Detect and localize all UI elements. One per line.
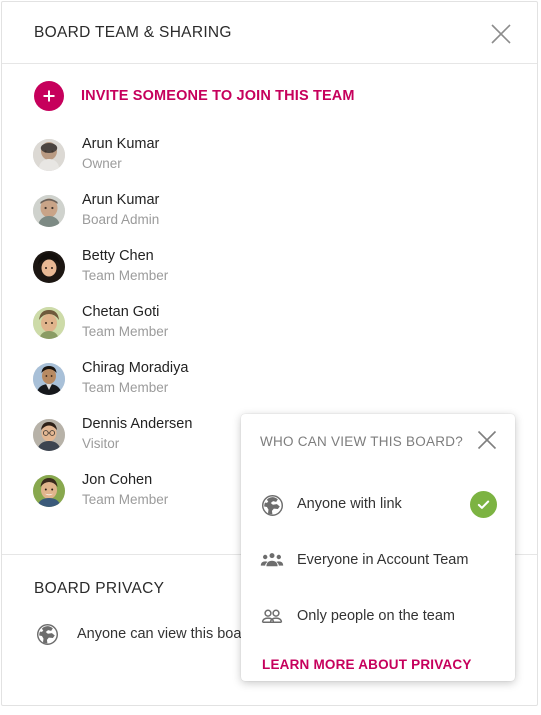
dialog-header: BOARD TEAM & SHARING — [2, 2, 537, 64]
member-name: Chirag Moradiya — [82, 360, 189, 376]
member-name: Arun Kumar — [82, 192, 160, 208]
avatar — [33, 419, 65, 451]
member-role: Team Member — [82, 492, 169, 507]
board-team-sharing-dialog: BOARD TEAM & SHARING INVITE SOMEONE TO J… — [1, 1, 538, 706]
popup-option-everyone-in-account-team[interactable]: Everyone in Account Team — [241, 541, 515, 581]
close-icon[interactable] — [487, 20, 515, 48]
member-role: Team Member — [82, 380, 169, 395]
popup-option-only-people-on-the-team[interactable]: Only people on the team — [241, 597, 515, 637]
member-role: Team Member — [82, 268, 169, 283]
popup-option-label: Anyone with link — [297, 496, 402, 512]
popup-option-label: Everyone in Account Team — [297, 552, 469, 568]
globe-icon — [34, 621, 60, 647]
member-name: Dennis Andersen — [82, 416, 193, 432]
list-item[interactable]: Betty Chen Team Member — [2, 239, 537, 295]
list-item[interactable]: Chetan Goti Team Member — [2, 295, 537, 351]
popup-option-label: Only people on the team — [297, 608, 455, 624]
board-privacy-title: BOARD PRIVACY — [34, 580, 165, 597]
member-name: Chetan Goti — [82, 304, 160, 320]
member-role: Team Member — [82, 324, 169, 339]
close-icon[interactable] — [474, 427, 500, 453]
board-privacy-value-row[interactable]: Anyone can view this board — [34, 621, 254, 647]
invite-someone-button[interactable]: INVITE SOMEONE TO JOIN THIS TEAM — [2, 65, 537, 127]
avatar — [33, 307, 65, 339]
member-name: Arun Kumar — [82, 136, 160, 152]
two-people-icon — [259, 604, 285, 630]
globe-icon — [259, 492, 285, 518]
page-title: BOARD TEAM & SHARING — [34, 24, 232, 41]
avatar — [33, 139, 65, 171]
member-role: Visitor — [82, 436, 120, 451]
member-role: Owner — [82, 156, 122, 171]
board-privacy-value: Anyone can view this board — [77, 626, 255, 642]
member-name: Betty Chen — [82, 248, 154, 264]
list-item[interactable]: Arun Kumar Board Admin — [2, 183, 537, 239]
invite-someone-label: INVITE SOMEONE TO JOIN THIS TEAM — [81, 88, 355, 104]
member-role: Board Admin — [82, 212, 160, 227]
group-icon — [259, 548, 285, 574]
avatar — [33, 195, 65, 227]
avatar — [33, 251, 65, 283]
plus-icon — [34, 81, 64, 111]
popup-title: WHO CAN VIEW THIS BOARD? — [260, 434, 464, 449]
member-name: Jon Cohen — [82, 472, 153, 488]
who-can-view-popup: WHO CAN VIEW THIS BOARD? Anyone with lin… — [241, 414, 515, 681]
list-item[interactable]: Chirag Moradiya Team Member — [2, 351, 537, 407]
selected-check-icon — [470, 491, 497, 518]
list-item[interactable]: Arun Kumar Owner — [2, 127, 537, 183]
popup-option-anyone-with-link[interactable]: Anyone with link — [241, 485, 515, 525]
avatar — [33, 475, 65, 507]
avatar — [33, 363, 65, 395]
learn-more-about-privacy-link[interactable]: LEARN MORE ABOUT PRIVACY — [262, 657, 472, 672]
